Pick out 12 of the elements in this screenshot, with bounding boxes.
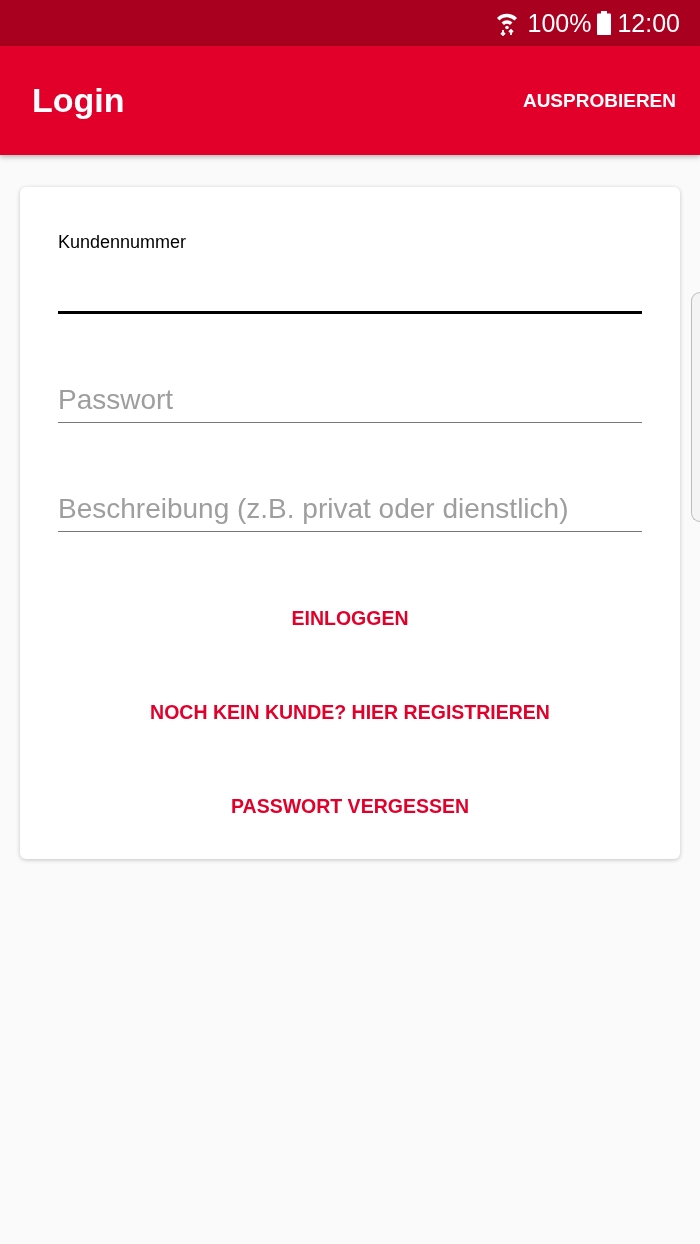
screen-title: Login [32,81,125,120]
input-field[interactable]: Passwort [58,378,642,423]
input-field[interactable]: Kundennummer [58,231,642,314]
try-out-button[interactable]: AUSPROBIEREN [522,81,676,120]
clock: 12:00 [617,8,680,38]
text-button[interactable]: PASSWORT VERGESSEN [223,782,477,830]
text-button[interactable]: NOCH KEIN KUNDE? HIER REGISTRIEREN [142,688,558,736]
battery-percent: 100% [527,8,592,38]
input-field[interactable]: Beschreibung (z.B. privat oder dienstlich) [58,487,642,532]
text-button[interactable]: EINLOGGEN [283,594,417,642]
edge-panel-handle[interactable] [691,292,700,522]
battery-icon [597,11,612,35]
